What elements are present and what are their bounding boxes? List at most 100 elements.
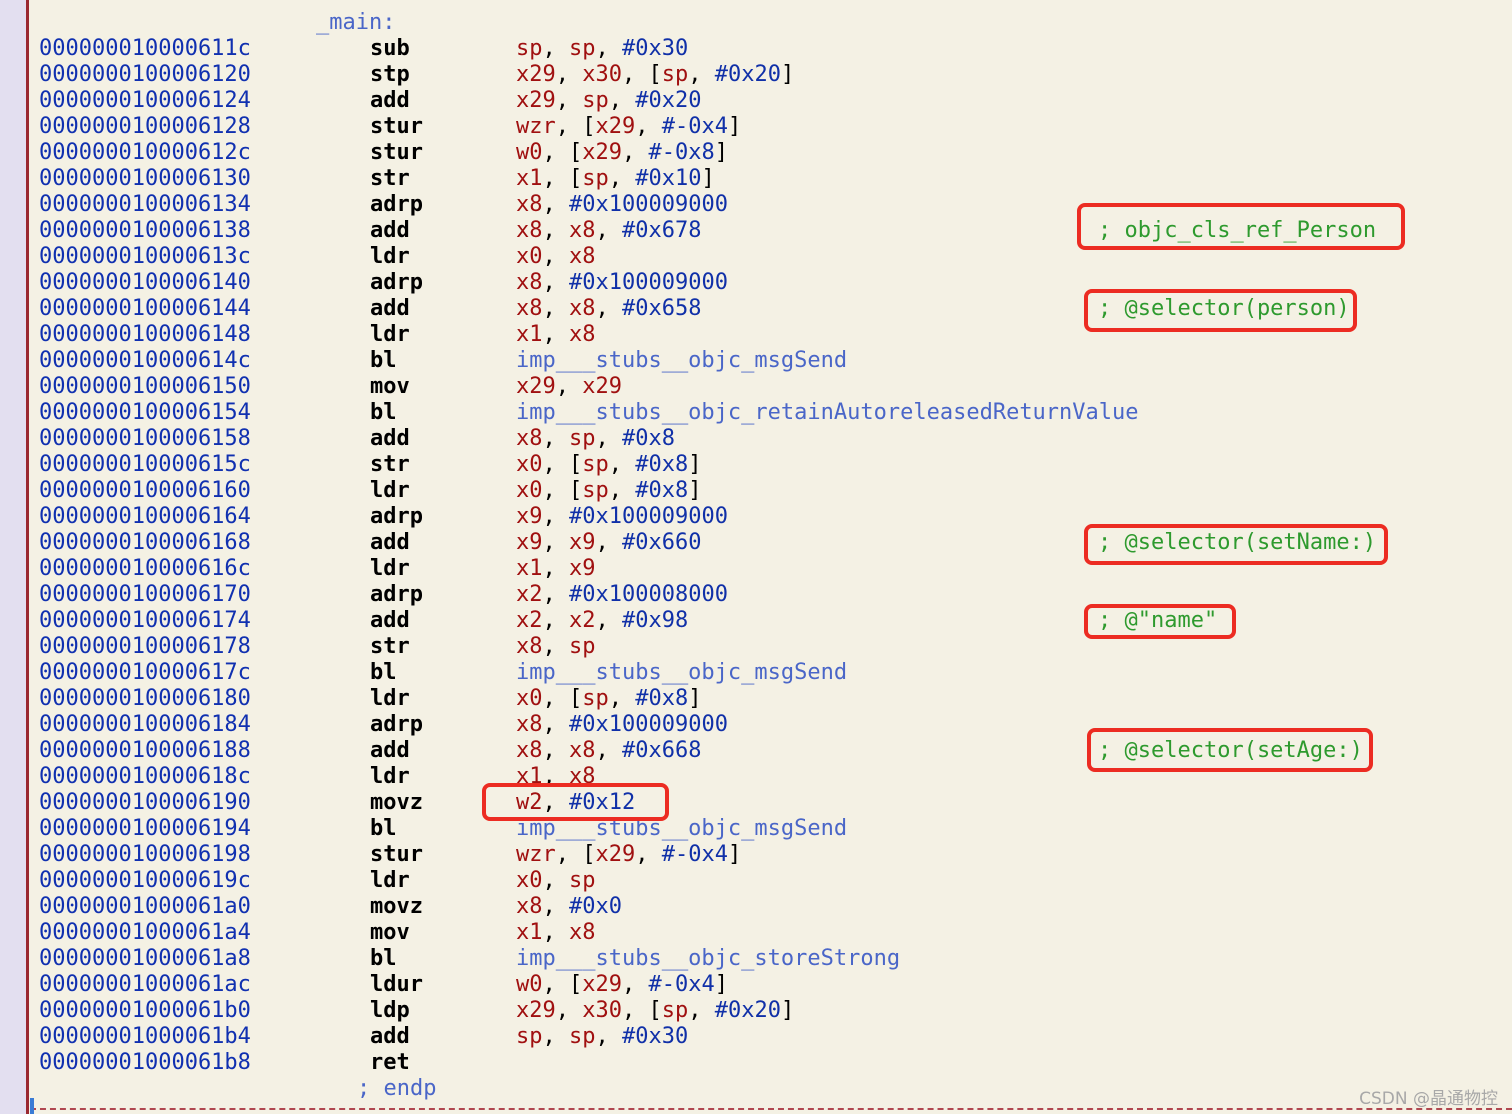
instruction-operands[interactable]: sp, sp, #0x30 [516, 1024, 688, 1050]
instruction-mnemonic[interactable]: adrp [370, 582, 423, 608]
instruction-operands[interactable]: w0, [x29, #-0x4] [516, 972, 728, 998]
instruction-address[interactable]: 00000001000061a4 [39, 920, 251, 946]
instruction-mnemonic[interactable]: ldr [370, 686, 410, 712]
symbol-reference[interactable]: imp___stubs__objc_msgSend [516, 660, 847, 685]
instruction-mnemonic[interactable]: add [370, 426, 410, 452]
instruction-operands[interactable]: wzr, [x29, #-0x4] [516, 842, 741, 868]
instruction-mnemonic[interactable]: bl [370, 660, 397, 686]
symbol-reference[interactable]: imp___stubs__objc_storeStrong [516, 946, 900, 971]
instruction-address[interactable]: 0000000100006148 [39, 322, 251, 348]
instruction-operands[interactable]: x8, #0x100009000 [516, 270, 728, 296]
instruction-address[interactable]: 0000000100006168 [39, 530, 251, 556]
symbol-reference[interactable]: imp___stubs__objc_msgSend [516, 348, 847, 373]
instruction-address[interactable]: 000000010000612c [39, 140, 251, 166]
instruction-operands[interactable]: x2, #0x100008000 [516, 582, 728, 608]
instruction-address[interactable]: 000000010000616c [39, 556, 251, 582]
instruction-address[interactable]: 0000000100006160 [39, 478, 251, 504]
instruction-address[interactable]: 0000000100006140 [39, 270, 251, 296]
instruction-mnemonic[interactable]: add [370, 608, 410, 634]
instruction-address[interactable]: 000000010000613c [39, 244, 251, 270]
instruction-operands[interactable]: x0, sp [516, 868, 596, 894]
instruction-operands[interactable]: x0, [sp, #0x8] [516, 478, 701, 504]
instruction-operands[interactable]: x29, x30, [sp, #0x20] [516, 998, 794, 1024]
instruction-address[interactable]: 0000000100006158 [39, 426, 251, 452]
instruction-address[interactable]: 00000001000061b0 [39, 998, 251, 1024]
instruction-address[interactable]: 0000000100006134 [39, 192, 251, 218]
instruction-address[interactable]: 0000000100006184 [39, 712, 251, 738]
instruction-address[interactable]: 0000000100006150 [39, 374, 251, 400]
instruction-address[interactable]: 000000010000611c [39, 36, 251, 62]
instruction-operands[interactable]: sp, sp, #0x30 [516, 36, 688, 62]
instruction-mnemonic[interactable]: stur [370, 140, 423, 166]
instruction-operands[interactable]: x0, x8 [516, 244, 596, 270]
instruction-mnemonic[interactable]: bl [370, 400, 397, 426]
instruction-mnemonic[interactable]: ldr [370, 322, 410, 348]
instruction-mnemonic[interactable]: bl [370, 816, 397, 842]
instruction-address[interactable]: 0000000100006138 [39, 218, 251, 244]
instruction-mnemonic[interactable]: movz [370, 894, 423, 920]
instruction-address[interactable]: 0000000100006194 [39, 816, 251, 842]
instruction-address[interactable]: 0000000100006164 [39, 504, 251, 530]
instruction-address[interactable]: 00000001000061a0 [39, 894, 251, 920]
instruction-address[interactable]: 0000000100006154 [39, 400, 251, 426]
instruction-mnemonic[interactable]: ldr [370, 764, 410, 790]
instruction-address[interactable]: 0000000100006130 [39, 166, 251, 192]
instruction-mnemonic[interactable]: adrp [370, 504, 423, 530]
instruction-operands[interactable]: wzr, [x29, #-0x4] [516, 114, 741, 140]
instruction-mnemonic[interactable]: bl [370, 348, 397, 374]
instruction-operands[interactable]: x8, x8, #0x658 [516, 296, 701, 322]
instruction-operands[interactable]: x9, #0x100009000 [516, 504, 728, 530]
instruction-operands[interactable]: imp___stubs__objc_msgSend [516, 660, 847, 686]
instruction-operands[interactable]: imp___stubs__objc_retainAutoreleasedRetu… [516, 400, 1139, 426]
instruction-operands[interactable]: x8, #0x0 [516, 894, 622, 920]
instruction-address[interactable]: 000000010000619c [39, 868, 251, 894]
instruction-mnemonic[interactable]: str [370, 166, 410, 192]
instruction-address[interactable]: 0000000100006144 [39, 296, 251, 322]
instruction-operands[interactable]: x8, sp [516, 634, 596, 660]
instruction-mnemonic[interactable]: add [370, 530, 410, 556]
instruction-operands[interactable]: x8, #0x100009000 [516, 192, 728, 218]
instruction-operands[interactable]: w0, [x29, #-0x8] [516, 140, 728, 166]
instruction-operands[interactable]: x1, [sp, #0x10] [516, 166, 715, 192]
instruction-mnemonic[interactable]: movz [370, 790, 423, 816]
instruction-mnemonic[interactable]: ldur [370, 972, 423, 998]
instruction-address[interactable]: 000000010000614c [39, 348, 251, 374]
instruction-mnemonic[interactable]: stp [370, 62, 410, 88]
instruction-mnemonic[interactable]: add [370, 296, 410, 322]
instruction-operands[interactable]: x8, x8, #0x668 [516, 738, 701, 764]
function-label[interactable]: _main: [316, 10, 395, 36]
instruction-mnemonic[interactable]: stur [370, 114, 423, 140]
instruction-address[interactable]: 0000000100006174 [39, 608, 251, 634]
instruction-address[interactable]: 0000000100006180 [39, 686, 251, 712]
instruction-address[interactable]: 0000000100006170 [39, 582, 251, 608]
instruction-address[interactable]: 00000001000061b8 [39, 1050, 251, 1076]
instruction-operands[interactable]: x8, sp, #0x8 [516, 426, 675, 452]
instruction-operands[interactable]: x29, x29 [516, 374, 622, 400]
instruction-mnemonic[interactable]: sub [370, 36, 410, 62]
instruction-address[interactable]: 00000001000061b4 [39, 1024, 251, 1050]
instruction-address[interactable]: 000000010000617c [39, 660, 251, 686]
instruction-mnemonic[interactable]: stur [370, 842, 423, 868]
instruction-mnemonic[interactable]: mov [370, 374, 410, 400]
instruction-mnemonic[interactable]: ldr [370, 556, 410, 582]
symbol-reference[interactable]: imp___stubs__objc_retainAutoreleasedRetu… [516, 400, 1139, 425]
instruction-address[interactable]: 0000000100006198 [39, 842, 251, 868]
instruction-address[interactable]: 000000010000615c [39, 452, 251, 478]
instruction-mnemonic[interactable]: bl [370, 946, 397, 972]
instruction-address[interactable]: 0000000100006178 [39, 634, 251, 660]
instruction-operands[interactable]: x1, x8 [516, 920, 596, 946]
instruction-mnemonic[interactable]: add [370, 88, 410, 114]
instruction-operands[interactable]: x29, x30, [sp, #0x20] [516, 62, 794, 88]
instruction-operands[interactable]: x1, x9 [516, 556, 596, 582]
instruction-address[interactable]: 000000010000618c [39, 764, 251, 790]
instruction-mnemonic[interactable]: ldr [370, 478, 410, 504]
instruction-address[interactable]: 0000000100006190 [39, 790, 251, 816]
instruction-mnemonic[interactable]: add [370, 738, 410, 764]
instruction-mnemonic[interactable]: mov [370, 920, 410, 946]
instruction-mnemonic[interactable]: str [370, 634, 410, 660]
instruction-mnemonic[interactable]: ldr [370, 244, 410, 270]
instruction-mnemonic[interactable]: add [370, 1024, 410, 1050]
instruction-address[interactable]: 0000000100006120 [39, 62, 251, 88]
instruction-operands[interactable]: x9, x9, #0x660 [516, 530, 701, 556]
instruction-operands[interactable]: x29, sp, #0x20 [516, 88, 701, 114]
